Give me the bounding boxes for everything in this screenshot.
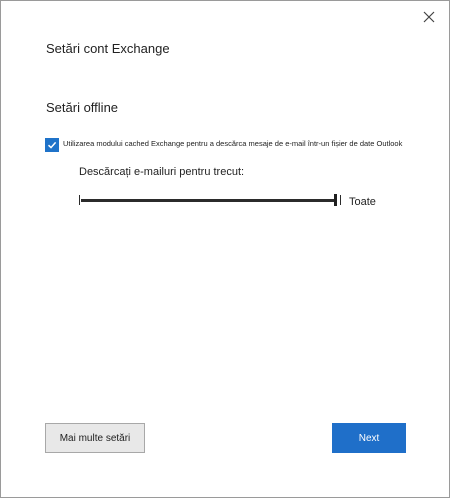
cached-mode-label: Utilizarea modului cached Exchange pentr… — [63, 139, 403, 148]
slider-start-mark — [79, 195, 80, 205]
more-settings-button[interactable]: Mai multe setări — [45, 423, 145, 453]
dialog-title: Setări cont Exchange — [46, 41, 170, 56]
next-button[interactable]: Next — [332, 423, 406, 453]
cached-mode-checkbox[interactable] — [45, 138, 59, 152]
download-period-value: Toate — [349, 196, 376, 208]
offline-settings-heading: Setări offline — [46, 100, 119, 115]
slider-thumb[interactable] — [334, 194, 337, 206]
close-icon — [423, 11, 435, 23]
download-period-slider[interactable] — [79, 194, 341, 206]
slider-end-mark — [340, 195, 341, 205]
download-period-label: Descărcați e-mailuri pentru trecut: — [79, 166, 245, 178]
exchange-settings-dialog: Setări cont Exchange Setări offline Util… — [0, 0, 450, 498]
slider-track — [81, 199, 337, 202]
close-button[interactable] — [419, 7, 439, 27]
checkmark-icon — [47, 141, 57, 149]
